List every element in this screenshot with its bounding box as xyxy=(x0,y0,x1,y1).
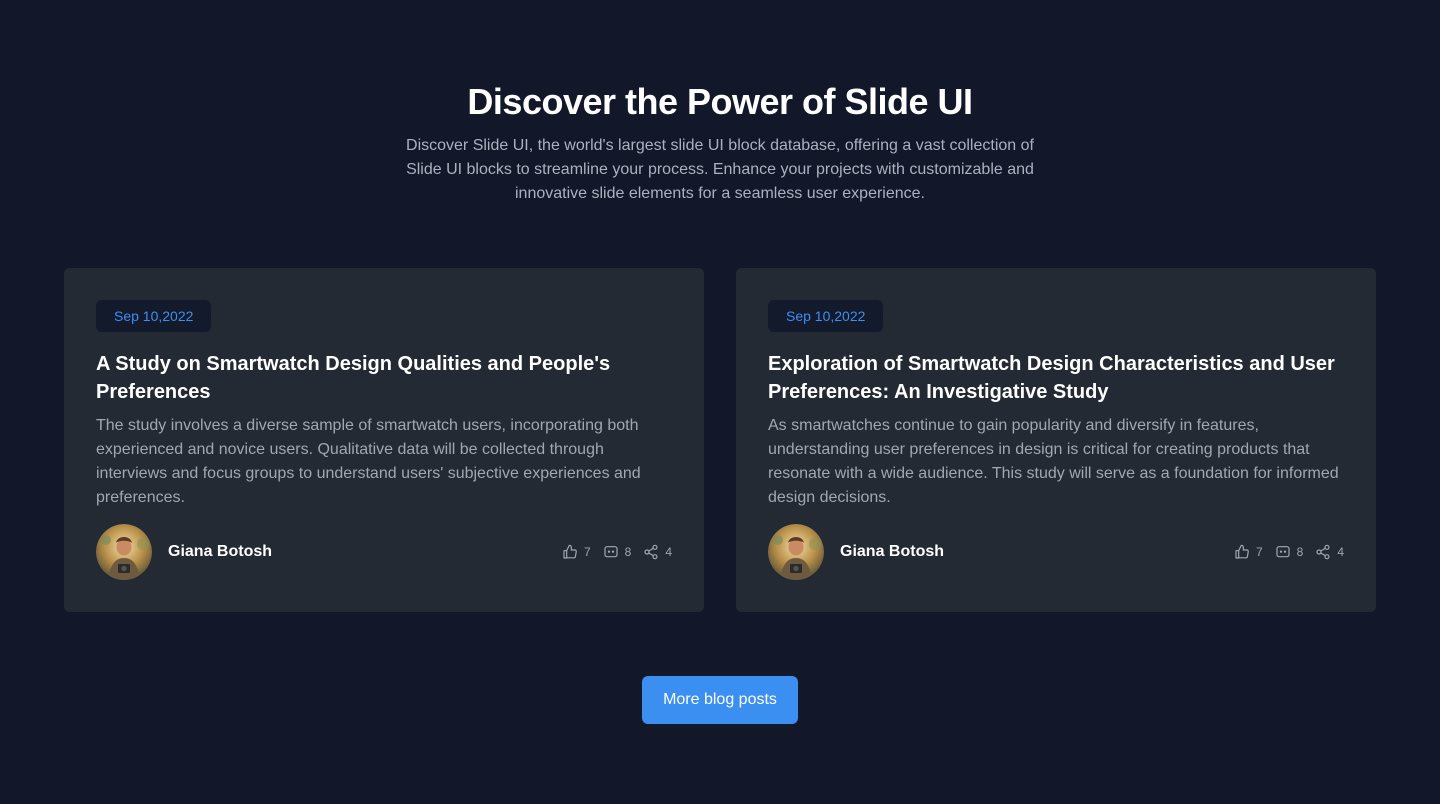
author[interactable]: Giana Botosh xyxy=(96,524,272,580)
avatar[interactable] xyxy=(96,524,152,580)
hero: Discover the Power of Slide UI Discover … xyxy=(0,80,1440,206)
thumbs-up-icon xyxy=(563,544,577,559)
comment-icon xyxy=(1276,546,1290,558)
post-title[interactable]: Exploration of Smartwatch Design Charact… xyxy=(768,350,1344,406)
blog-section: Discover the Power of Slide UI Discover … xyxy=(0,0,1440,804)
blog-cards: Sep 10,2022 A Study on Smartwatch Design… xyxy=(64,268,1376,612)
comment-stat[interactable]: 8 xyxy=(603,544,632,560)
author[interactable]: Giana Botosh xyxy=(768,524,944,580)
post-stats: 7 8 4 xyxy=(1234,544,1344,560)
share-stat[interactable]: 4 xyxy=(643,544,672,560)
post-title[interactable]: A Study on Smartwatch Design Qualities a… xyxy=(96,350,672,406)
date-badge: Sep 10,2022 xyxy=(96,300,212,332)
author-name[interactable]: Giana Botosh xyxy=(840,543,944,561)
post-description: The study involves a diverse sample of s… xyxy=(96,417,641,506)
thumbs-up-icon xyxy=(1235,544,1249,559)
post-stats: 7 8 4 xyxy=(562,544,672,560)
comment-icon xyxy=(604,546,618,558)
card-footer: Giana Botosh 7 8 4 xyxy=(96,524,672,580)
comment-stat[interactable]: 8 xyxy=(1275,544,1304,560)
page-subtitle: Discover Slide UI, the world's largest s… xyxy=(406,137,1034,202)
page-title: Discover the Power of Slide UI xyxy=(467,81,973,122)
like-stat[interactable]: 7 xyxy=(562,544,591,560)
like-count: 7 xyxy=(1255,545,1263,559)
share-stat[interactable]: 4 xyxy=(1315,544,1344,560)
share-count: 4 xyxy=(665,545,672,559)
avatar[interactable] xyxy=(768,524,824,580)
date-badge: Sep 10,2022 xyxy=(768,300,884,332)
comment-count: 8 xyxy=(624,545,632,559)
blog-card[interactable]: Sep 10,2022 Exploration of Smartwatch De… xyxy=(736,268,1376,612)
comment-count: 8 xyxy=(1296,545,1304,559)
more-blog-posts-button[interactable]: More blog posts xyxy=(642,676,798,724)
card-footer: Giana Botosh 7 8 4 xyxy=(768,524,1344,580)
post-description: As smartwatches continue to gain popular… xyxy=(768,417,1339,506)
share-count: 4 xyxy=(1337,545,1344,559)
like-stat[interactable]: 7 xyxy=(1234,544,1263,560)
share-icon xyxy=(1316,544,1330,560)
like-count: 7 xyxy=(583,545,591,559)
share-icon xyxy=(644,544,658,560)
author-name[interactable]: Giana Botosh xyxy=(168,543,272,561)
blog-card[interactable]: Sep 10,2022 A Study on Smartwatch Design… xyxy=(64,268,704,612)
